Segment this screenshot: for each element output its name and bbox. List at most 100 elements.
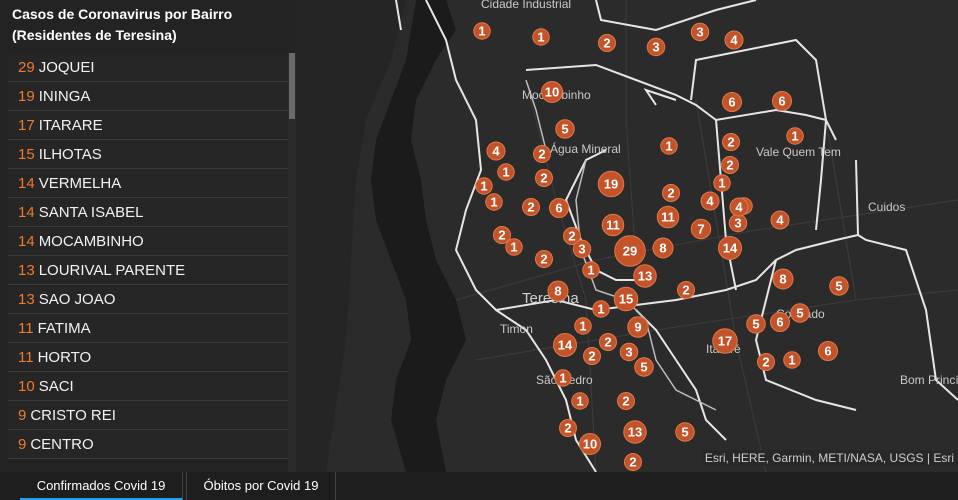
- neighborhood-name: ININGA: [38, 87, 91, 105]
- neighborhood-name: FATIMA: [37, 319, 91, 337]
- case-marker[interactable]: 5: [829, 276, 849, 296]
- list-item[interactable]: 11 HORTO: [8, 343, 288, 372]
- case-marker[interactable]: 8: [652, 237, 674, 259]
- case-marker[interactable]: 6: [549, 198, 569, 218]
- case-marker[interactable]: 2: [721, 156, 739, 174]
- case-marker[interactable]: 1: [783, 351, 801, 369]
- case-marker[interactable]: 17: [712, 328, 738, 354]
- tab-confirmados[interactable]: Confirmados Covid 19: [20, 472, 183, 500]
- case-marker[interactable]: 4: [724, 30, 744, 50]
- neighborhood-name: VERMELHA: [38, 174, 122, 192]
- case-marker[interactable]: 2: [677, 281, 695, 299]
- case-marker[interactable]: 14: [553, 333, 577, 357]
- case-marker[interactable]: 6: [818, 341, 838, 361]
- case-marker[interactable]: 2: [662, 184, 680, 202]
- list-item[interactable]: 29 JOQUEI: [8, 53, 288, 82]
- case-marker[interactable]: 2: [598, 34, 616, 52]
- list-item[interactable]: 15 ILHOTAS: [8, 140, 288, 169]
- case-marker[interactable]: 7: [690, 218, 712, 240]
- list-item[interactable]: 14 SANTA ISABEL: [8, 198, 288, 227]
- case-marker[interactable]: 8: [772, 268, 794, 290]
- case-marker[interactable]: 1: [485, 193, 503, 211]
- case-marker[interactable]: 4: [729, 197, 749, 217]
- case-marker[interactable]: 4: [770, 210, 790, 230]
- case-marker[interactable]: 1: [582, 261, 600, 279]
- list-item[interactable]: 9 CRISTO REI: [8, 401, 288, 430]
- case-marker[interactable]: 6: [770, 312, 790, 332]
- case-marker[interactable]: 2: [583, 347, 601, 365]
- case-marker[interactable]: 10: [541, 81, 563, 103]
- case-marker[interactable]: 2: [624, 453, 642, 471]
- scrollbar-thumb[interactable]: [289, 53, 295, 119]
- case-marker[interactable]: 1: [532, 28, 550, 46]
- case-marker[interactable]: 19: [597, 170, 625, 198]
- case-marker[interactable]: 3: [572, 239, 592, 259]
- case-marker[interactable]: 1: [505, 238, 523, 256]
- case-marker[interactable]: 1: [660, 137, 678, 155]
- case-marker[interactable]: 8: [547, 280, 569, 302]
- list-item[interactable]: 19 ININGA: [8, 82, 288, 111]
- case-marker[interactable]: 13: [633, 264, 657, 288]
- case-marker[interactable]: 2: [533, 145, 551, 163]
- map-canvas[interactable]: Cidade Industrial Mocambinho Água Minera…: [296, 0, 958, 472]
- case-marker[interactable]: 10: [579, 433, 601, 455]
- marker-count: 1: [597, 302, 604, 317]
- case-marker[interactable]: 1: [571, 392, 589, 410]
- case-marker[interactable]: 2: [722, 133, 740, 151]
- case-marker[interactable]: 6: [772, 91, 792, 111]
- case-marker[interactable]: 11: [601, 213, 625, 237]
- list-item[interactable]: 13 LOURIVAL PARENTE: [8, 256, 288, 285]
- label-timon: Timon: [500, 322, 533, 336]
- case-marker[interactable]: 29: [614, 235, 646, 267]
- case-marker[interactable]: 1: [473, 22, 491, 40]
- case-marker[interactable]: 5: [634, 357, 654, 377]
- case-marker[interactable]: 1: [554, 369, 572, 387]
- case-marker[interactable]: 5: [555, 119, 575, 139]
- tab-obitos[interactable]: Óbitos por Covid 19: [186, 472, 336, 500]
- case-marker[interactable]: 1: [713, 174, 731, 192]
- case-marker[interactable]: 2: [617, 392, 635, 410]
- map-view[interactable]: Cidade Industrial Mocambinho Água Minera…: [296, 0, 958, 472]
- case-marker[interactable]: 5: [675, 422, 695, 442]
- marker-count: 1: [510, 240, 517, 255]
- case-marker[interactable]: 1: [786, 127, 804, 145]
- case-marker[interactable]: 14: [718, 236, 742, 260]
- case-marker[interactable]: 2: [559, 419, 577, 437]
- case-marker[interactable]: 3: [646, 37, 666, 57]
- list-item[interactable]: 14 MOCAMBINHO: [8, 227, 288, 256]
- case-marker[interactable]: 4: [700, 191, 720, 211]
- list-item[interactable]: 14 VERMELHA: [8, 169, 288, 198]
- list-item[interactable]: 11 FATIMA: [8, 314, 288, 343]
- case-marker[interactable]: 2: [535, 169, 553, 187]
- case-marker[interactable]: 3: [690, 22, 710, 42]
- case-marker[interactable]: 15: [613, 286, 639, 312]
- neighborhood-name: CRISTO REI: [30, 406, 116, 424]
- case-marker[interactable]: 2: [535, 250, 553, 268]
- list-item[interactable]: 13 SAO JOAO: [8, 285, 288, 314]
- case-marker[interactable]: 9: [627, 316, 649, 338]
- case-count: 13: [18, 261, 35, 279]
- case-marker[interactable]: 1: [592, 300, 610, 318]
- case-marker[interactable]: 2: [599, 333, 617, 351]
- case-count: 9: [18, 435, 27, 453]
- case-marker[interactable]: 3: [728, 213, 748, 233]
- list-item[interactable]: 10 SACI: [8, 372, 288, 401]
- case-marker[interactable]: 11: [656, 205, 680, 229]
- case-marker[interactable]: 3: [619, 342, 639, 362]
- list-scrollbar[interactable]: [288, 53, 296, 472]
- case-marker[interactable]: 2: [522, 198, 540, 216]
- neighborhood-name: LOURIVAL PARENTE: [38, 261, 186, 279]
- case-marker[interactable]: 2: [757, 353, 775, 371]
- case-marker[interactable]: 6: [722, 92, 742, 112]
- case-marker[interactable]: 5: [790, 303, 810, 323]
- case-marker[interactable]: 1: [497, 163, 515, 181]
- case-marker[interactable]: 4: [486, 141, 506, 161]
- list-item[interactable]: 9 CENTRO: [8, 430, 288, 459]
- neighborhood-name: CENTRO: [30, 435, 94, 453]
- case-marker[interactable]: 13: [623, 420, 647, 444]
- case-count: 11: [18, 319, 34, 337]
- case-marker[interactable]: 1: [574, 317, 592, 335]
- list-item[interactable]: 17 ITARARE: [8, 111, 288, 140]
- case-marker[interactable]: 5: [746, 314, 766, 334]
- case-marker[interactable]: 1: [475, 177, 493, 195]
